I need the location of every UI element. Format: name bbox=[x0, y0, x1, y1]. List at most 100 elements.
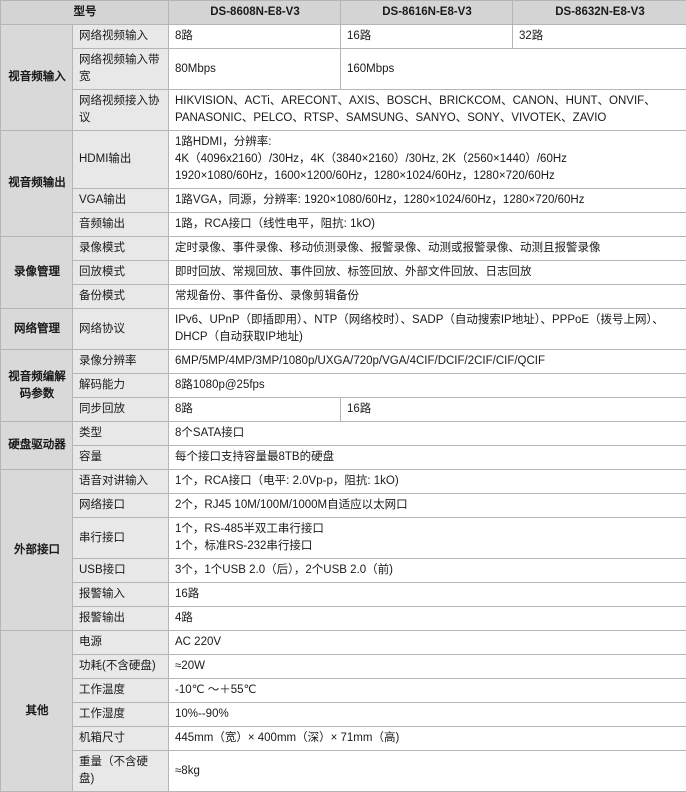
table-row: 视音频输入网络视频输入8路16路32路 bbox=[1, 25, 686, 49]
row-label: 容量 bbox=[73, 446, 169, 470]
value-cell: 1路VGA，同源，分辨率: 1920×1080/60Hz，1280×1024/6… bbox=[169, 189, 686, 213]
value-cell: 16路 bbox=[341, 398, 686, 422]
value-line: 1个，标准RS-232串行接口 bbox=[175, 538, 681, 555]
value-line: 1个，RS-485半双工串行接口 bbox=[175, 521, 681, 538]
table-row: 报警输出 4路 bbox=[1, 607, 686, 631]
row-label: 报警输入 bbox=[73, 583, 169, 607]
value-line: ≈8kg bbox=[175, 763, 681, 780]
row-label: 工作温度 bbox=[73, 679, 169, 703]
row-label: 网络协议 bbox=[73, 309, 169, 350]
table-row: 机箱尺寸 445mm（宽）× 400mm（深）× 71mm（高) bbox=[1, 727, 686, 751]
header-model-1: DS-8608N-E8-V3 bbox=[169, 1, 341, 25]
table-row: 工作湿度 10%--90% bbox=[1, 703, 686, 727]
table-row: 功耗(不含硬盘)≈20W bbox=[1, 655, 686, 679]
row-label: 解码能力 bbox=[73, 374, 169, 398]
value-cell: 445mm（宽）× 400mm（深）× 71mm（高) bbox=[169, 727, 686, 751]
row-label: 网络视频接入协议 bbox=[73, 90, 169, 131]
value-cell: 2个，RJ45 10M/100M/1000M自适应以太网口 bbox=[169, 494, 686, 518]
table-row: 其他电源AC 220V bbox=[1, 631, 686, 655]
value-cell: 3个，1个USB 2.0（后），2个USB 2.0（前) bbox=[169, 559, 686, 583]
table-row: 重量（不含硬盘) ≈8kg bbox=[1, 751, 686, 792]
value-line: 2个，RJ45 10M/100M/1000M自适应以太网口 bbox=[175, 497, 681, 514]
value-cell: 1个，RS-485半双工串行接口1个，标准RS-232串行接口 bbox=[169, 518, 686, 559]
group-label: 外部接口 bbox=[1, 470, 73, 631]
group-label: 视音频输出 bbox=[1, 131, 73, 237]
row-label: 录像分辨率 bbox=[73, 350, 169, 374]
value-cell: 8路 bbox=[169, 398, 341, 422]
value-cell: 1路，RCA接口（线性电平，阻抗: 1kO) bbox=[169, 213, 686, 237]
group-label: 网络管理 bbox=[1, 309, 73, 350]
value-line: 1路VGA，同源，分辨率: 1920×1080/60Hz，1280×1024/6… bbox=[175, 192, 681, 209]
value-line: 1路，RCA接口（线性电平，阻抗: 1kO) bbox=[175, 216, 681, 233]
row-label: 网络视频输入 bbox=[73, 25, 169, 49]
table-row: 视音频输出HDMI输出1路HDMI，分辨率:4K（4096x2160）/30Hz… bbox=[1, 131, 686, 189]
group-label: 其他 bbox=[1, 631, 73, 792]
table-row: 录像管理录像模式定时录像、事件录像、移动侦测录像、报警录像、动测或报警录像、动测… bbox=[1, 237, 686, 261]
value-line: 6MP/5MP/4MP/3MP/1080p/UXGA/720p/VGA/4CIF… bbox=[175, 353, 681, 370]
table-header-row: 型号DS-8608N-E8-V3DS-8616N-E8-V3DS-8632N-E… bbox=[1, 1, 686, 25]
table-row: 回放模式即时回放、常规回放、事件回放、标签回放、外部文件回放、日志回放 bbox=[1, 261, 686, 285]
value-cell: 1个，RCA接口（电平: 2.0Vp-p，阻抗: 1kO) bbox=[169, 470, 686, 494]
table-row: 同步回放8路16路 bbox=[1, 398, 686, 422]
value-cell: 即时回放、常规回放、事件回放、标签回放、外部文件回放、日志回放 bbox=[169, 261, 686, 285]
table-row: VGA输出 1路VGA，同源，分辨率: 1920×1080/60Hz，1280×1… bbox=[1, 189, 686, 213]
table-row: 外部接口语音对讲输入1个，RCA接口（电平: 2.0Vp-p，阻抗: 1kO) bbox=[1, 470, 686, 494]
row-label: 语音对讲输入 bbox=[73, 470, 169, 494]
table-row: 网络视频输入带宽80Mbps160Mbps bbox=[1, 49, 686, 90]
value-cell: 常规备份、事件备份、录像剪辑备份 bbox=[169, 285, 686, 309]
value-line: AC 220V bbox=[175, 634, 681, 651]
value-line: PANASONIC、PELCO、RTSP、SAMSUNG、SANYO、SONY、… bbox=[175, 110, 681, 127]
value-cell: 4路 bbox=[169, 607, 686, 631]
row-label: 电源 bbox=[73, 631, 169, 655]
row-label: 录像模式 bbox=[73, 237, 169, 261]
value-cell: ≈8kg bbox=[169, 751, 686, 792]
group-label: 硬盘驱动器 bbox=[1, 422, 73, 470]
value-cell: 16路 bbox=[341, 25, 513, 49]
header-model-2: DS-8616N-E8-V3 bbox=[341, 1, 513, 25]
row-label: 工作湿度 bbox=[73, 703, 169, 727]
row-label: 机箱尺寸 bbox=[73, 727, 169, 751]
table-row: 工作温度-10℃ ～＋55℃ bbox=[1, 679, 686, 703]
specification-table: 型号DS-8608N-E8-V3DS-8616N-E8-V3DS-8632N-E… bbox=[0, 0, 686, 792]
value-line: 1个，RCA接口（电平: 2.0Vp-p，阻抗: 1kO) bbox=[175, 473, 681, 490]
value-cell: 8个SATA接口 bbox=[169, 422, 686, 446]
row-label: HDMI输出 bbox=[73, 131, 169, 189]
value-line: 8路1080p@25fps bbox=[175, 377, 681, 394]
value-cell: 10%--90% bbox=[169, 703, 686, 727]
table-row: 容量每个接口支持容量最8TB的硬盘 bbox=[1, 446, 686, 470]
table-row: USB接口3个，1个USB 2.0（后），2个USB 2.0（前) bbox=[1, 559, 686, 583]
row-label: 重量（不含硬盘) bbox=[73, 751, 169, 792]
value-cell: 80Mbps bbox=[169, 49, 341, 90]
value-line: IPv6、UPnP（即插即用）、NTP（网络校时）、SADP（自动搜索IP地址）… bbox=[175, 312, 681, 329]
table-row: 硬盘驱动器类型8个SATA接口 bbox=[1, 422, 686, 446]
value-cell: 1路HDMI，分辨率:4K（4096x2160）/30Hz，4K（3840×21… bbox=[169, 131, 686, 189]
row-label: 串行接口 bbox=[73, 518, 169, 559]
table-row: 报警输入 16路 bbox=[1, 583, 686, 607]
group-label: 录像管理 bbox=[1, 237, 73, 309]
value-line: HIKVISION、ACTi、ARECONT、AXIS、BOSCH、BRICKC… bbox=[175, 93, 681, 110]
value-line: 445mm（宽）× 400mm（深）× 71mm（高) bbox=[175, 730, 681, 747]
header-model-3: DS-8632N-E8-V3 bbox=[513, 1, 686, 25]
table-row: 网络接口2个，RJ45 10M/100M/1000M自适应以太网口 bbox=[1, 494, 686, 518]
row-label: 网络视频输入带宽 bbox=[73, 49, 169, 90]
table-row: 网络管理网络协议 IPv6、UPnP（即插即用）、NTP（网络校时）、SADP（自… bbox=[1, 309, 686, 350]
value-cell: 定时录像、事件录像、移动侦测录像、报警录像、动测或报警录像、动测且报警录像 bbox=[169, 237, 686, 261]
value-line: 4路 bbox=[175, 610, 681, 627]
row-label: 类型 bbox=[73, 422, 169, 446]
value-cell: 16路 bbox=[169, 583, 686, 607]
row-label: 备份模式 bbox=[73, 285, 169, 309]
value-cell: 32路 bbox=[513, 25, 686, 49]
value-line: 8个SATA接口 bbox=[175, 425, 681, 442]
value-cell: 160Mbps bbox=[341, 49, 686, 90]
table-row: 视音频编解码参数录像分辨率6MP/5MP/4MP/3MP/1080p/UXGA/… bbox=[1, 350, 686, 374]
value-line: 即时回放、常规回放、事件回放、标签回放、外部文件回放、日志回放 bbox=[175, 264, 681, 281]
row-label: 报警输出 bbox=[73, 607, 169, 631]
row-label: 回放模式 bbox=[73, 261, 169, 285]
table-row: 备份模式常规备份、事件备份、录像剪辑备份 bbox=[1, 285, 686, 309]
value-line: ≈20W bbox=[175, 658, 681, 675]
value-line: 16路 bbox=[175, 586, 681, 603]
group-label: 视音频输入 bbox=[1, 25, 73, 131]
value-line: 10%--90% bbox=[175, 706, 681, 723]
value-line: 1路HDMI，分辨率: bbox=[175, 134, 681, 151]
row-label: VGA输出 bbox=[73, 189, 169, 213]
